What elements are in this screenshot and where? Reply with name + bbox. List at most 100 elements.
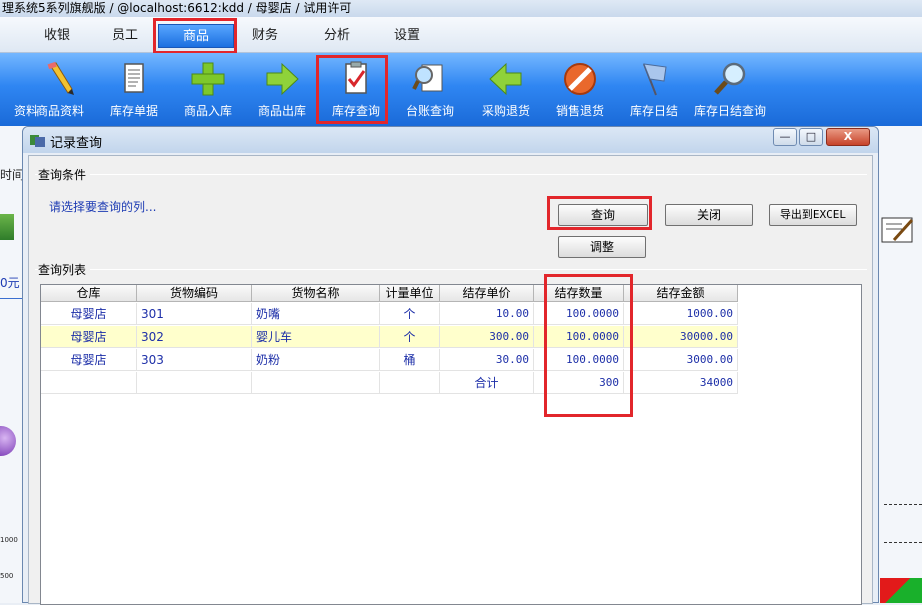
- table-row[interactable]: 母婴店 303 奶粉 桶 30.00 100.0000 3000.00: [41, 349, 738, 371]
- tool-label: 库存日结查询: [693, 104, 766, 118]
- menu-item-analysis[interactable]: 分析: [312, 24, 362, 48]
- table-total-row: 合计 300 34000: [41, 372, 738, 394]
- table-row[interactable]: 母婴店 302 婴儿车 个 300.00 100.0000 30000.00: [41, 326, 738, 348]
- cell-amount: 3000.00: [624, 349, 738, 371]
- cell-code: 302: [137, 326, 252, 348]
- tool-item-stock-out[interactable]: 商品出库: [244, 61, 320, 123]
- background-axis-label: 1000: [0, 536, 18, 544]
- menu-item-finance[interactable]: 财务: [240, 24, 290, 48]
- app-title: 理系统5系列旗舰版 / @localhost:6612:kdd / 母婴店 / …: [0, 0, 922, 17]
- no-entry-icon: [564, 63, 596, 95]
- tool-item-ledger-query[interactable]: 台账查询: [392, 61, 468, 123]
- cell-quantity: 100.0000: [534, 303, 624, 325]
- column-header[interactable]: 结存金额: [624, 285, 738, 302]
- cell-unit-price: 10.00: [440, 303, 534, 325]
- document-icon: [124, 63, 144, 93]
- tool-label: 销售退货: [555, 104, 604, 118]
- tool-label: 商品资料: [35, 104, 84, 118]
- menu-item-staff[interactable]: 员工: [100, 24, 150, 48]
- dialog-title-bar[interactable]: 记录查询 — □ X: [23, 127, 878, 153]
- window-icon: [30, 135, 45, 147]
- background-dash: [884, 542, 922, 543]
- background-chart-fragment: [880, 578, 922, 603]
- cell-amount: 1000.00: [624, 303, 738, 325]
- certificate-icon: [881, 217, 914, 243]
- background-orb: [0, 426, 16, 456]
- column-header[interactable]: 仓库: [41, 285, 137, 302]
- tool-item-purchase-return[interactable]: 采购退货: [468, 61, 544, 123]
- cell-empty: [380, 372, 440, 394]
- flag-icon: [643, 63, 667, 96]
- cell-code: 301: [137, 303, 252, 325]
- tool-label: 库存查询: [331, 104, 380, 118]
- record-query-dialog: 记录查询 — □ X 查询条件 请选择要查询的列... 查询 关闭 导出到EXC…: [22, 126, 879, 605]
- conditions-divider: [35, 174, 867, 175]
- tool-item-stock-in[interactable]: 商品入库: [170, 61, 246, 123]
- tool-item-daily-close[interactable]: 库存日结: [616, 61, 692, 123]
- cell-unit-price: 30.00: [440, 349, 534, 371]
- total-quantity: 300: [534, 372, 624, 394]
- background-label-time: 时间: [0, 168, 25, 182]
- cell-empty: [41, 372, 137, 394]
- cell-name: 奶嘴: [252, 303, 380, 325]
- tool-item-stock-query[interactable]: 库存查询: [318, 61, 394, 123]
- cell-empty: [137, 372, 252, 394]
- cell-code: 303: [137, 349, 252, 371]
- background-axis-label: 500: [0, 572, 14, 580]
- menu-bar: 收银 员工 商品 财务 分析 设置: [0, 17, 922, 53]
- menu-item-settings[interactable]: 设置: [382, 24, 432, 48]
- column-header[interactable]: 计量单位: [380, 285, 440, 302]
- background-label-amount: 0元: [0, 276, 20, 290]
- cell-unit: 个: [380, 303, 440, 325]
- column-header[interactable]: 货物编码: [137, 285, 252, 302]
- cell-warehouse: 母婴店: [41, 303, 137, 325]
- cell-quantity: 100.0000: [534, 349, 624, 371]
- tool-item-goods-data[interactable]: 商品资料: [22, 61, 98, 123]
- table-row[interactable]: 母婴店 301 奶嘴 个 10.00 100.0000 1000.00: [41, 303, 738, 325]
- tool-label: 商品出库: [257, 104, 306, 118]
- cell-warehouse: 母婴店: [41, 349, 137, 371]
- cell-empty: [252, 372, 380, 394]
- tool-label: 台账查询: [405, 104, 454, 118]
- cell-amount: 30000.00: [624, 326, 738, 348]
- close-window-button[interactable]: X: [826, 128, 870, 146]
- dialog-title: 记录查询: [50, 136, 103, 151]
- maximize-button[interactable]: □: [799, 128, 823, 146]
- export-excel-button[interactable]: 导出到EXCEL: [769, 204, 857, 226]
- query-button[interactable]: 查询: [558, 204, 648, 226]
- column-header[interactable]: 货物名称: [252, 285, 380, 302]
- select-columns-hint[interactable]: 请选择要查询的列...: [49, 198, 156, 215]
- magnifier-icon: [714, 62, 746, 95]
- menu-item-goods[interactable]: 商品: [158, 24, 234, 48]
- cell-name: 奶粉: [252, 349, 380, 371]
- tool-item-sales-return[interactable]: 销售退货: [542, 61, 618, 123]
- column-header[interactable]: 结存数量: [534, 285, 624, 302]
- total-amount: 34000: [624, 372, 738, 394]
- menu-item-cashier[interactable]: 收银: [32, 24, 82, 48]
- column-header[interactable]: 结存单价: [440, 285, 534, 302]
- tool-item-daily-close-query[interactable]: 库存日结查询: [690, 61, 770, 123]
- background-right-panel: [876, 126, 922, 603]
- partial-icon: [0, 61, 18, 97]
- table-header: 仓库 货物编码 货物名称 计量单位 结存单价 结存数量 结存金额: [41, 285, 738, 302]
- tool-item-stock-docs[interactable]: 库存单据: [96, 61, 172, 123]
- toolbar: 资料 商品资料 库存单据 商品入库 商品出库 库存查询 台账查询 采购退货 销售…: [0, 53, 922, 126]
- list-label: 查询列表: [38, 261, 91, 278]
- pencil-icon: [47, 61, 74, 95]
- conditions-label: 查询条件: [38, 166, 91, 183]
- cell-warehouse: 母婴店: [41, 326, 137, 348]
- cell-unit-price: 300.00: [440, 326, 534, 348]
- total-label: 合计: [440, 372, 534, 394]
- cell-quantity: 100.0000: [534, 326, 624, 348]
- arrow-left-icon: [489, 62, 522, 96]
- cell-name: 婴儿车: [252, 326, 380, 348]
- arrow-right-icon: [266, 62, 299, 96]
- cell-unit: 个: [380, 326, 440, 348]
- results-table: 仓库 货物编码 货物名称 计量单位 结存单价 结存数量 结存金额 母婴店 301…: [40, 284, 862, 605]
- adjust-button[interactable]: 调整: [558, 236, 646, 258]
- tool-label: 库存单据: [109, 104, 158, 118]
- background-image: [0, 214, 14, 240]
- minimize-button[interactable]: —: [773, 128, 797, 146]
- background-dash: [884, 504, 922, 505]
- close-button[interactable]: 关闭: [665, 204, 753, 226]
